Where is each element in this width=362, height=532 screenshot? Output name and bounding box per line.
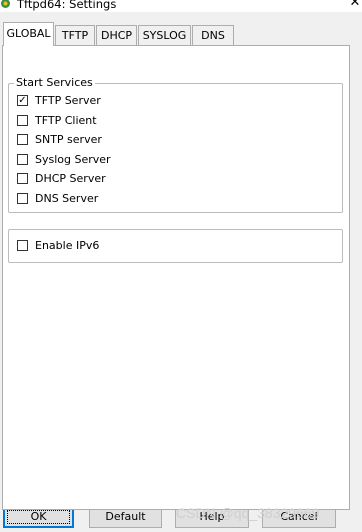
window-title: Tftpd64: Settings — [17, 0, 117, 11]
tftp-server-label: TFTP Server — [35, 94, 101, 107]
tftp-client-label: TFTP Client — [35, 114, 97, 127]
tab-dhcp[interactable]: DHCP — [96, 25, 137, 45]
tftp-client-checkbox[interactable] — [17, 115, 28, 126]
tftpd64-app-icon — [1, 0, 10, 8]
syslog-server-checkbox[interactable] — [17, 154, 28, 165]
tab-dns[interactable]: DNS — [192, 25, 234, 45]
cancel-button-label: Cancel — [280, 510, 318, 523]
dhcp-server-label: DHCP Server — [35, 172, 106, 185]
tab-global[interactable]: GLOBAL — [3, 22, 54, 46]
global-tab-panel: Start Services ✓ TFTP Server TFTP Client… — [2, 45, 350, 510]
start-services-group: Start Services ✓ TFTP Server TFTP Client… — [8, 76, 343, 213]
settings-dialog: GLOBAL TFTP DHCP SYSLOG DNS Start Servic… — [0, 12, 362, 532]
ipv6-group: Enable IPv6 — [8, 229, 343, 263]
focus-rectangle — [7, 510, 70, 524]
enable-ipv6-checkbox[interactable] — [17, 240, 28, 251]
title-bar: Tftpd64: Settings ✕ — [0, 0, 362, 12]
enable-ipv6-label: Enable IPv6 — [35, 239, 100, 252]
default-button-label: Default — [105, 510, 146, 523]
sntp-server-checkbox[interactable] — [17, 134, 28, 145]
dhcp-server-checkbox[interactable] — [17, 173, 28, 184]
tftp-server-checkbox[interactable]: ✓ — [17, 95, 28, 106]
dns-server-checkbox[interactable] — [17, 193, 28, 204]
tab-syslog[interactable]: SYSLOG — [138, 25, 191, 45]
help-button-label: Help — [199, 510, 225, 523]
tab-tftp[interactable]: TFTP — [55, 25, 95, 45]
start-services-legend: Start Services — [14, 76, 95, 90]
close-icon[interactable]: ✕ — [348, 0, 362, 10]
sntp-server-label: SNTP server — [35, 133, 102, 146]
dns-server-label: DNS Server — [35, 192, 99, 205]
syslog-server-label: Syslog Server — [35, 153, 111, 166]
